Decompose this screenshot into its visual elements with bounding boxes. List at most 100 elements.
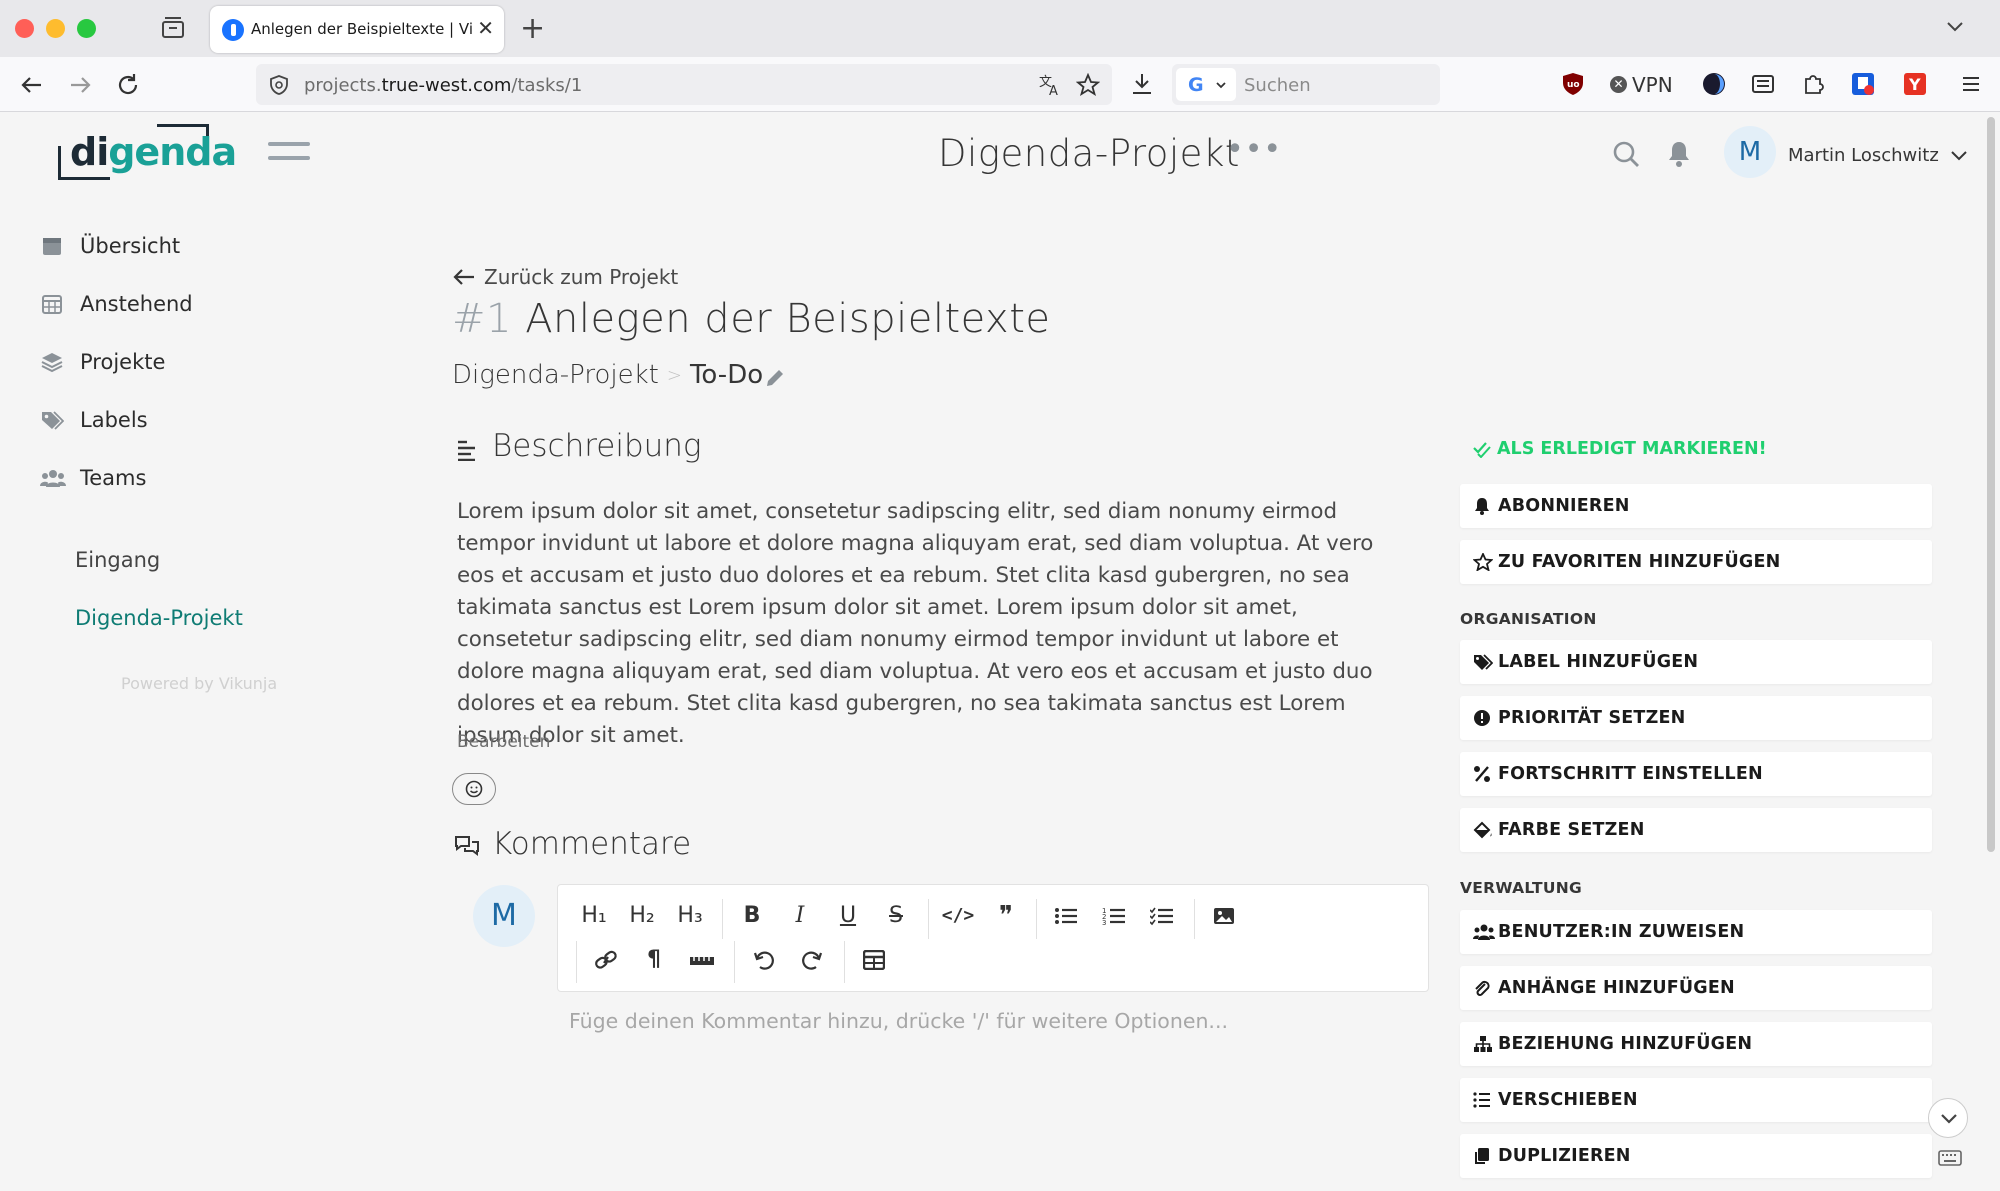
bullet-list-button[interactable] <box>1048 899 1084 933</box>
task-title[interactable]: Anlegen der Beispieltexte <box>525 296 1050 342</box>
forward-arrow-icon[interactable] <box>66 71 94 99</box>
undo-button[interactable] <box>746 943 782 977</box>
comment-input-placeholder[interactable]: Füge deinen Kommentar hinzu, drücke '/' … <box>569 1009 1228 1033</box>
project-more-dots-icon[interactable]: ••• <box>1226 132 1282 167</box>
code-button[interactable]: </> <box>940 899 976 933</box>
duplicate-task-label: DUPLIZIEREN <box>1498 1146 1631 1166</box>
new-tab-plus-icon[interactable]: + <box>520 11 545 46</box>
paragraph-button[interactable]: ¶ <box>636 943 672 977</box>
shield-icon[interactable] <box>268 74 290 100</box>
powered-by-link[interactable]: Powered by Vikunja <box>121 674 277 693</box>
add-attachments-button[interactable]: ANHÄNGE HINZUFÜGEN <box>1460 966 1932 1010</box>
task-heading[interactable]: #1 Anlegen der Beispieltexte <box>452 296 1051 342</box>
edit-description-link[interactable]: Bearbeiten <box>457 732 550 752</box>
set-progress-button[interactable]: FORTSCHRITT EINSTELLEN <box>1460 752 1932 796</box>
active-browser-tab[interactable]: Anlegen der Beispieltexte | Vikunja ✕ <box>210 6 504 53</box>
add-reaction-button[interactable] <box>452 773 496 805</box>
dark-mode-extension-icon[interactable] <box>1701 71 1727 97</box>
arrow-left-icon <box>452 267 476 292</box>
task-breadcrumb: Digenda-Projekt > To-Do <box>452 360 783 390</box>
heading1-button[interactable]: H₁ <box>576 899 612 933</box>
subscribe-button[interactable]: ABONNIEREN <box>1460 484 1932 528</box>
breadcrumb-project[interactable]: Digenda-Projekt <box>452 360 659 390</box>
reader-extension-icon[interactable] <box>1750 71 1776 97</box>
redo-button[interactable] <box>794 943 830 977</box>
pencil-icon[interactable] <box>764 366 786 396</box>
tab-list-chevron-icon[interactable] <box>1946 18 1964 36</box>
url-bar[interactable]: projects.true-west.com/tasks/1 文A <box>256 64 1112 105</box>
download-icon[interactable] <box>1130 71 1154 101</box>
comment-editor[interactable]: H₁ H₂ H₃ B I U S </> ❞ 123 ¶ <box>557 884 1429 992</box>
notifications-bell-icon[interactable] <box>1666 140 1692 172</box>
sidebar-item-labels[interactable]: Labels <box>40 406 340 436</box>
tab-close-icon[interactable]: ✕ <box>477 16 494 40</box>
heading3-button[interactable]: H₃ <box>672 899 708 933</box>
strikethrough-button[interactable]: S <box>878 899 914 933</box>
bitwarden-extension-icon[interactable] <box>1850 71 1876 97</box>
ruler-icon <box>690 957 714 965</box>
search-engine-selector[interactable]: G <box>1176 68 1236 101</box>
sidebar-item-upcoming[interactable]: Anstehend <box>40 290 340 320</box>
breadcrumb-bucket[interactable]: To-Do <box>690 360 763 390</box>
toolbar-divider <box>722 899 723 939</box>
italic-button[interactable]: I <box>782 899 818 933</box>
add-favorite-button[interactable]: ZU FAVORITEN HINZUFÜGEN <box>1460 540 1932 584</box>
sidebar-item-teams[interactable]: Teams <box>40 464 340 494</box>
set-color-button[interactable]: FARBE SETZEN <box>1460 808 1932 852</box>
digenda-logo[interactable]: digenda <box>56 124 237 184</box>
yandex-extension-icon[interactable]: Y <box>1902 71 1928 97</box>
reload-icon[interactable] <box>114 71 142 99</box>
layers-icon <box>40 351 64 373</box>
user-name[interactable]: Martin Loschwitz <box>1788 145 1939 166</box>
user-menu-chevron-down-icon[interactable] <box>1950 148 1968 167</box>
bold-button[interactable]: B <box>734 899 770 933</box>
svg-text:Y: Y <box>1908 75 1921 94</box>
calendar-grid-icon <box>40 293 64 315</box>
sidebar-project-inbox[interactable]: Eingang <box>75 548 160 572</box>
window-minimize-button[interactable] <box>46 19 65 38</box>
duplicate-task-button[interactable]: DUPLIZIEREN <box>1460 1134 1932 1178</box>
move-task-button[interactable]: VERSCHIEBEN <box>1460 1078 1932 1122</box>
ublock-icon[interactable]: uo <box>1560 71 1586 97</box>
add-label-button[interactable]: LABEL HINZUFÜGEN <box>1460 640 1932 684</box>
ordered-list-button[interactable]: 123 <box>1096 899 1132 933</box>
window-zoom-button[interactable] <box>77 19 96 38</box>
star-icon <box>1472 551 1494 572</box>
tab-title: Anlegen der Beispieltexte | Vikunja <box>251 20 473 38</box>
task-list-button[interactable] <box>1144 899 1180 933</box>
browser-search-box[interactable]: G Suchen <box>1172 64 1440 105</box>
link-button[interactable] <box>588 943 624 977</box>
menu-icon[interactable] <box>1958 71 1984 97</box>
sidebar-item-label: Anstehend <box>80 292 193 316</box>
page-scrollbar[interactable] <box>1987 117 1995 852</box>
sidebar-item-label: Labels <box>80 408 148 432</box>
toolbar-divider <box>1194 899 1195 939</box>
underline-button[interactable]: U <box>830 899 866 933</box>
sidebar-toggle-hamburger-icon[interactable] <box>268 142 310 170</box>
heading2-button[interactable]: H₂ <box>624 899 660 933</box>
bookmark-star-icon[interactable] <box>1075 72 1101 101</box>
assign-user-button[interactable]: BENUTZER:IN ZUWEISEN <box>1460 910 1932 954</box>
vikunja-favicon-icon <box>222 19 244 41</box>
horizontal-rule-button[interactable] <box>684 943 720 977</box>
sidebar-item-projects[interactable]: Projekte <box>40 348 340 378</box>
window-close-button[interactable] <box>15 19 34 38</box>
search-icon[interactable] <box>1612 140 1640 172</box>
sidebar-item-overview[interactable]: Übersicht <box>40 232 340 262</box>
link-icon <box>595 950 617 969</box>
check-double-icon <box>1473 442 1491 458</box>
set-priority-button[interactable]: PRIORITÄT SETZEN <box>1460 696 1932 740</box>
user-avatar[interactable]: M <box>1724 126 1776 178</box>
tab-overview-icon[interactable] <box>160 16 186 40</box>
scroll-down-button[interactable] <box>1928 1098 1968 1138</box>
add-relation-button[interactable]: BEZIEHUNG HINZUFÜGEN <box>1460 1022 1932 1066</box>
translate-icon[interactable]: 文A <box>1038 73 1062 101</box>
back-arrow-icon[interactable] <box>18 71 46 99</box>
keyboard-icon[interactable] <box>1938 1150 1962 1170</box>
quote-button[interactable]: ❞ <box>988 899 1024 933</box>
task-description[interactable]: Lorem ipsum dolor sit amet, consetetur s… <box>457 496 1407 752</box>
insert-image-button[interactable] <box>1206 899 1242 933</box>
sidebar-project-digenda[interactable]: Digenda-Projekt <box>75 606 243 630</box>
puzzle-extensions-icon[interactable] <box>1800 71 1826 97</box>
insert-table-button[interactable] <box>856 943 892 977</box>
